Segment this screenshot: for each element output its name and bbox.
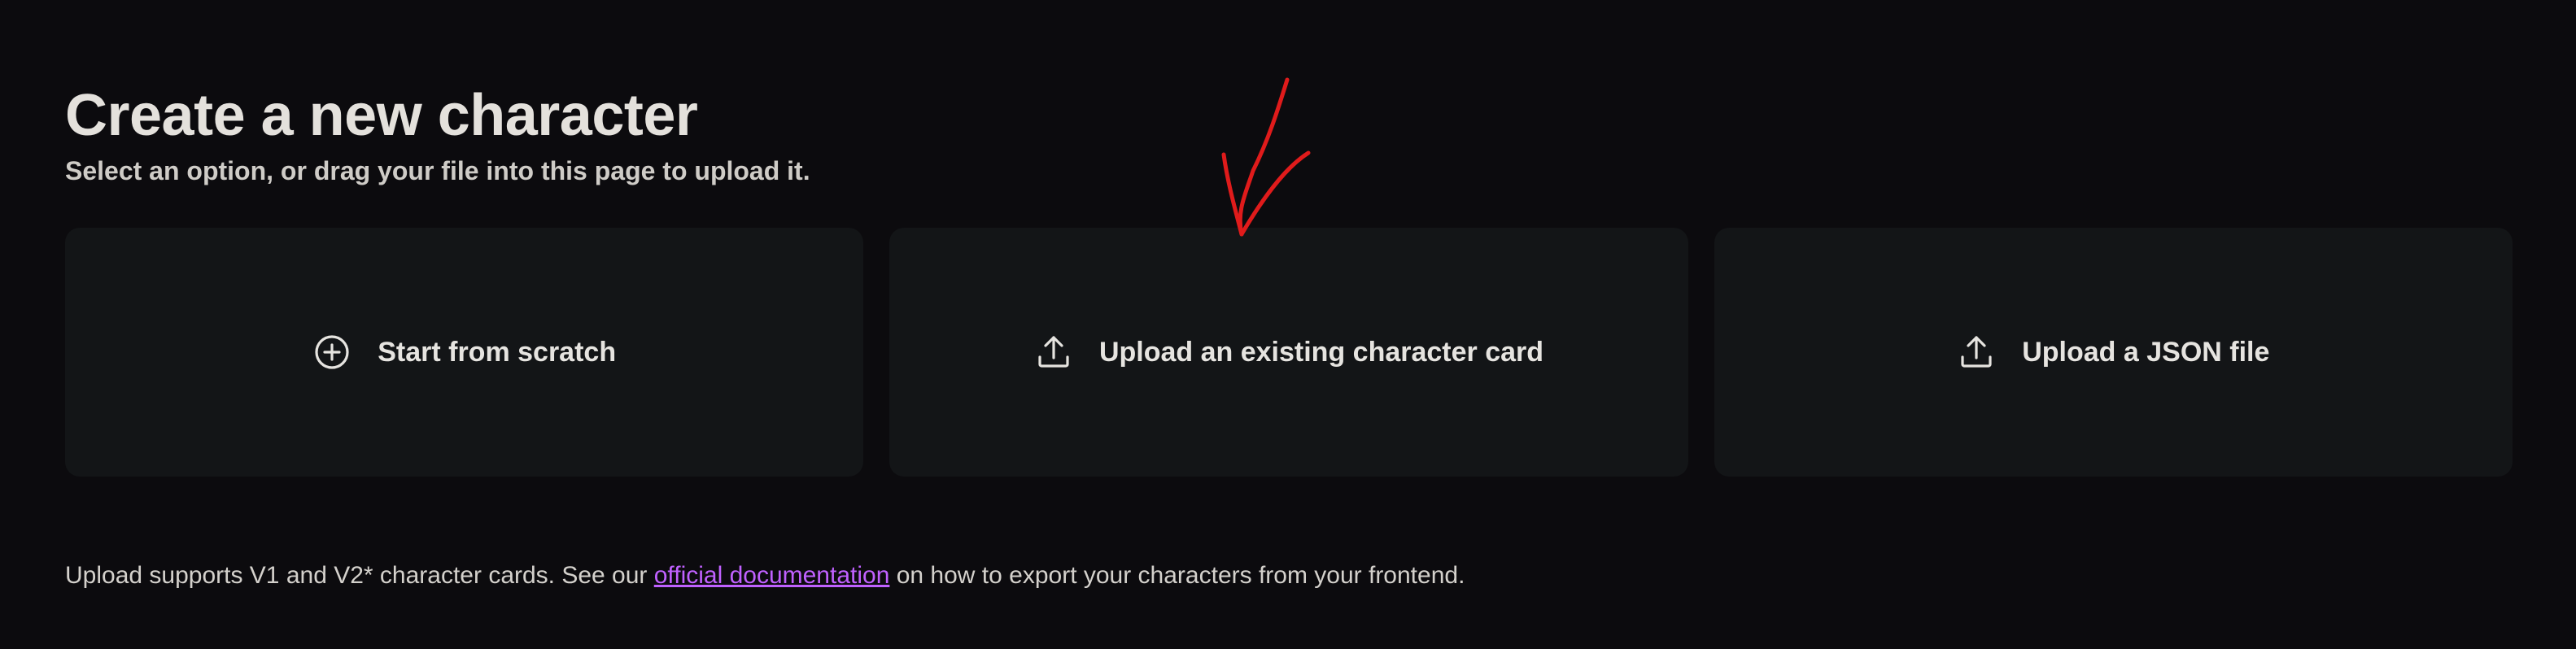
page-title: Create a new character <box>65 83 698 148</box>
official-documentation-link[interactable]: official documentation <box>654 562 890 589</box>
card-label: Start from scratch <box>378 336 617 368</box>
card-label: Upload an existing character card <box>1098 336 1544 368</box>
plus-circle-icon <box>312 333 351 372</box>
create-character-page: Create a new character Select an option,… <box>0 0 2576 649</box>
card-content: Start from scratch <box>312 333 616 372</box>
upload-json-card[interactable]: Upload a JSON file <box>1714 228 2513 477</box>
card-label: Upload a JSON file <box>2022 336 2270 368</box>
upload-icon <box>1957 333 1996 372</box>
upload-character-card[interactable]: Upload an existing character card <box>889 228 1688 477</box>
footnote-text-after: on how to export your characters from yo… <box>889 562 1465 589</box>
option-cards: Start from scratch Upload an existing ch… <box>65 228 2513 477</box>
card-content: Upload a JSON file <box>1957 333 2269 372</box>
upload-support-note: Upload supports V1 and V2* character car… <box>65 558 1465 594</box>
red-arrow-annotation <box>1221 77 1311 237</box>
page-subtitle: Select an option, or drag your file into… <box>65 156 810 185</box>
card-content: Upload an existing character card <box>1034 333 1543 372</box>
start-from-scratch-card[interactable]: Start from scratch <box>65 228 864 477</box>
upload-icon <box>1034 333 1073 372</box>
footnote-text-before: Upload supports V1 and V2* character car… <box>65 562 654 589</box>
